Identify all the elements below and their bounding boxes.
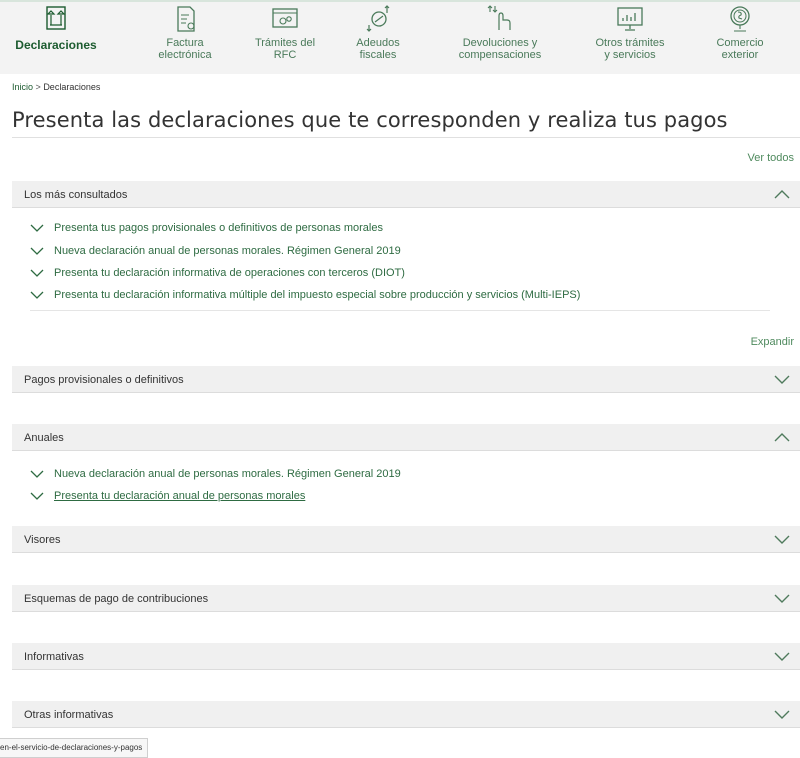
list-item-link[interactable]: Presenta tu declaración anual de persona… (30, 490, 305, 502)
panel-title: Los más consultados (24, 189, 128, 201)
nav-item-tramites-rfc[interactable]: Trámites del RFC (240, 2, 330, 74)
nav-item-adeudos-fiscales[interactable]: Adeudos fiscales (338, 2, 418, 74)
expandir-link[interactable]: Expandir (751, 336, 794, 348)
breadcrumb-separator: > (35, 82, 41, 92)
chevron-down-icon (30, 492, 44, 501)
chevron-down-icon[interactable] (774, 708, 790, 720)
chevron-down-icon (30, 291, 44, 300)
nav-label: Trámites del RFC (254, 37, 316, 61)
panel-title: Esquemas de pago de contribuciones (24, 593, 209, 605)
panel-header-otras-informativas[interactable]: Otras informativas (12, 701, 800, 728)
panel-header-pagos-provisionales[interactable]: Pagos provisionales o definitivos (12, 366, 800, 393)
breadcrumb: Inicio > Declaraciones (12, 82, 100, 92)
chevron-up-icon[interactable] (774, 188, 790, 200)
list-item-link[interactable]: Nueva declaración anual de personas mora… (30, 468, 401, 480)
chevron-down-icon (30, 247, 44, 256)
panel-header-esquemas[interactable]: Esquemas de pago de contribuciones (12, 585, 800, 612)
nav-item-factura-electronica[interactable]: Factura electrónica (140, 2, 230, 74)
panel-divider (30, 310, 770, 311)
nav-item-declaraciones[interactable]: Declaraciones (10, 2, 102, 74)
declaraciones-icon (41, 4, 71, 34)
nav-item-comercio-exterior[interactable]: Comercio exterior (700, 2, 780, 74)
chevron-down-icon[interactable] (774, 373, 790, 385)
chevron-up-icon[interactable] (774, 431, 790, 443)
panel-header-mas-consultados[interactable]: Los más consultados (12, 181, 800, 208)
adeudos-icon (363, 4, 393, 34)
list-item-link[interactable]: Presenta tus pagos provisionales o defin… (30, 222, 383, 234)
nav-label: Otros trámites y servicios (595, 37, 665, 61)
chevron-down-icon (30, 269, 44, 278)
panel-title: Pagos provisionales o definitivos (24, 374, 184, 386)
breadcrumb-home-link[interactable]: Inicio (12, 82, 33, 92)
devoluciones-icon (485, 4, 515, 34)
chevron-down-icon (30, 470, 44, 479)
nav-label: Factura electrónica (158, 37, 212, 61)
browser-status-url: en-el-servicio-de-declaraciones-y-pagos (0, 738, 149, 758)
chevron-down-icon[interactable] (774, 533, 790, 545)
otros-tramites-icon (615, 4, 645, 34)
list-item-link[interactable]: Presenta tu declaración informativa múlt… (30, 289, 580, 301)
nav-item-otros-tramites[interactable]: Otros trámites y servicios (575, 2, 685, 74)
panel-header-visores[interactable]: Visores (12, 526, 800, 553)
title-divider (12, 137, 800, 138)
list-item-link[interactable]: Nueva declaración anual de personas mora… (30, 245, 401, 257)
chevron-down-icon[interactable] (774, 592, 790, 604)
nav-label: Devoluciones y compensaciones (458, 37, 542, 61)
panel-header-informativas[interactable]: Informativas (12, 643, 800, 670)
panel-title: Informativas (24, 651, 84, 663)
breadcrumb-current: Declaraciones (43, 82, 101, 92)
factura-icon (170, 4, 200, 34)
nav-label: Declaraciones (15, 38, 97, 52)
nav-label: Adeudos fiscales (356, 37, 400, 61)
chevron-down-icon (30, 224, 44, 233)
tramites-rfc-icon (270, 4, 300, 34)
page-title: Presenta las declaraciones que te corres… (12, 108, 728, 132)
panel-header-anuales[interactable]: Anuales (12, 424, 800, 451)
panel-title: Visores (24, 534, 61, 546)
nav-item-devoluciones[interactable]: Devoluciones y compensaciones (450, 2, 550, 74)
list-item-link[interactable]: Presenta tu declaración informativa de o… (30, 267, 405, 279)
nav-label: Comercio exterior (716, 37, 764, 61)
comercio-exterior-icon (725, 4, 755, 34)
main-navigation: Declaraciones Factura electrónica Trámit… (0, 2, 800, 74)
ver-todos-link[interactable]: Ver todos (748, 152, 794, 164)
panel-title: Otras informativas (24, 709, 114, 721)
chevron-down-icon[interactable] (774, 650, 790, 662)
panel-title: Anuales (24, 432, 64, 444)
